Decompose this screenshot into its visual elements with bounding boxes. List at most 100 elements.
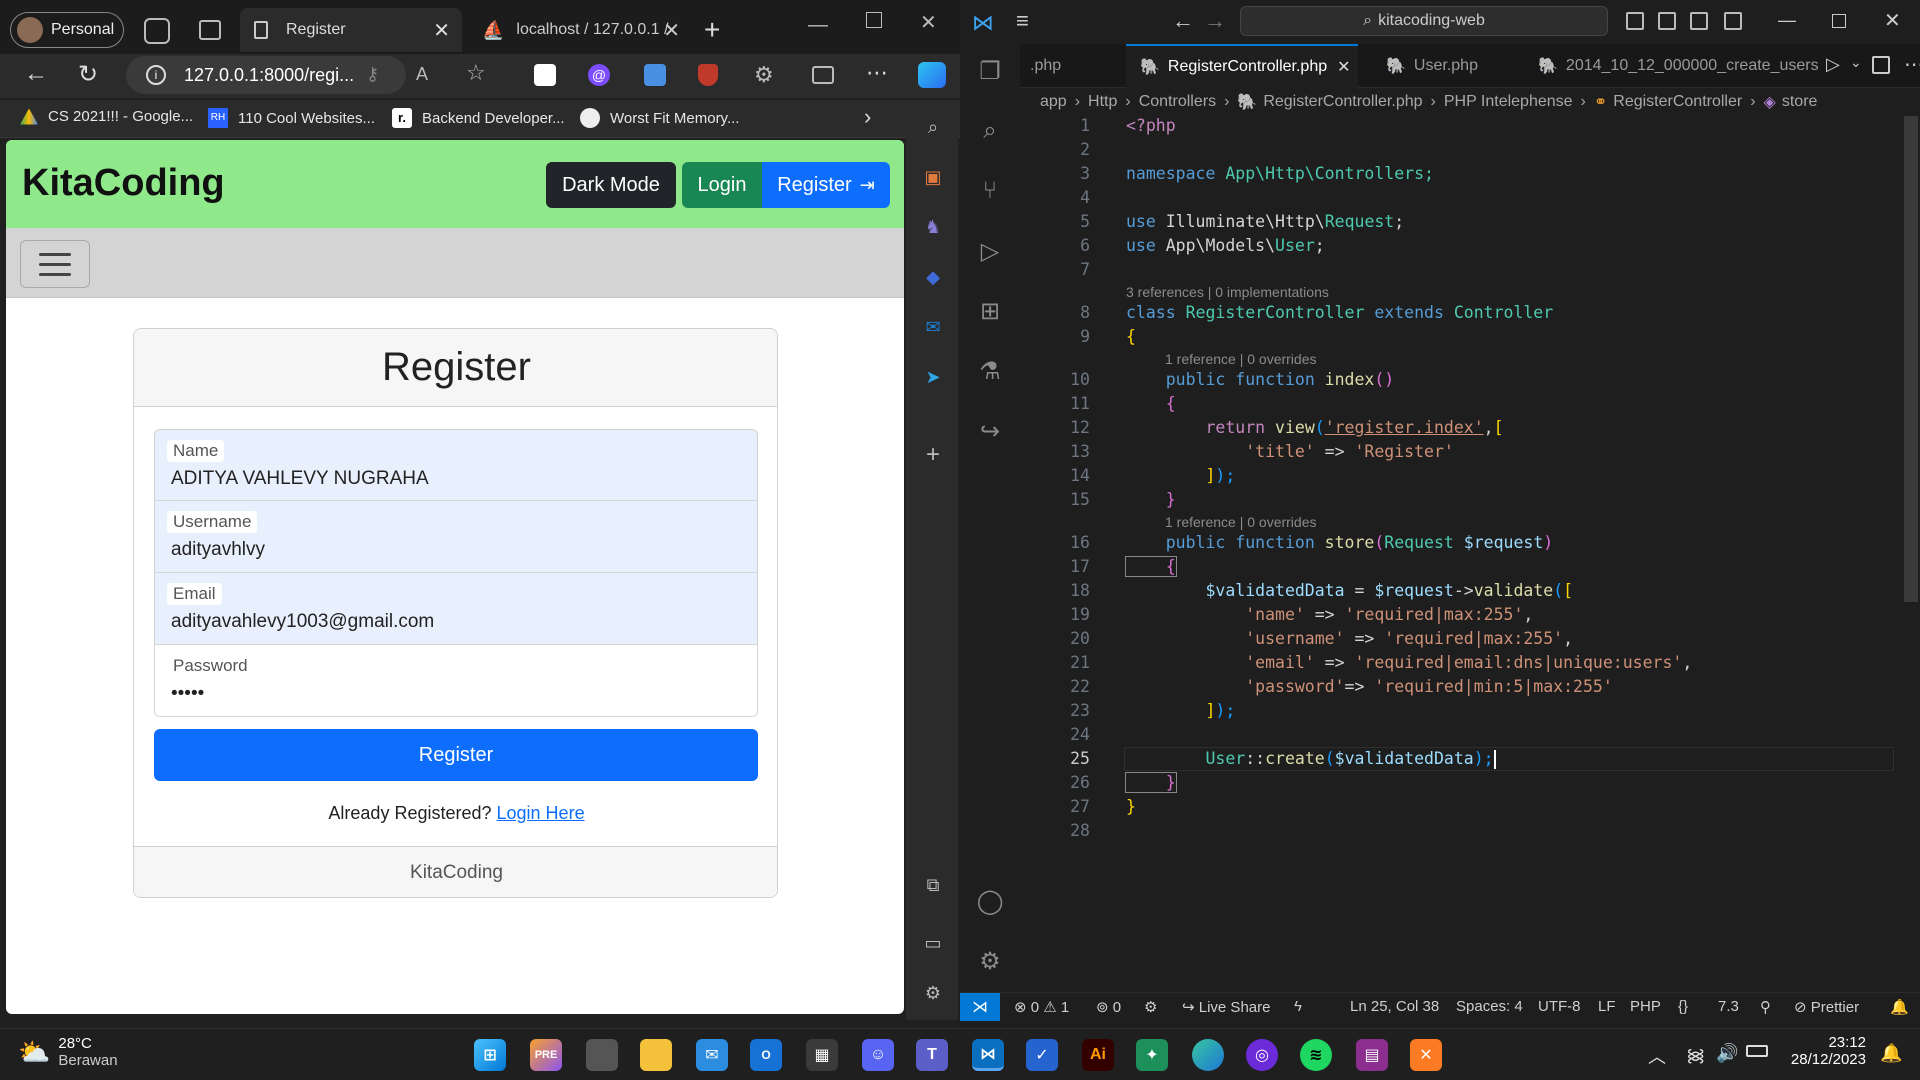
minimize-icon[interactable]: — [1778,10,1796,31]
address-bar[interactable]: i 127.0.0.1:8000/regi... [126,56,406,94]
workspaces-icon[interactable] [144,18,170,44]
more-icon[interactable]: ⋯ [866,60,888,86]
games-icon[interactable]: ♞ [920,214,946,240]
sidebar-toggle-icon[interactable]: ▭ [920,930,946,956]
favorite-item[interactable]: Worst Fit Memory... [580,108,739,128]
nav-back-icon[interactable]: ← [1172,8,1194,34]
breadcrumb-item[interactable]: PHP Intelephense [1444,93,1573,111]
favorite-item[interactable]: CS 2021!!! - Google... [20,108,193,125]
notifications-icon[interactable]: 🔔 [1890,998,1909,1016]
run-debug-icon[interactable]: ▷ [975,236,1005,266]
navbar-toggler-button[interactable] [20,240,90,288]
toggle-panel-icon[interactable] [1658,12,1676,30]
menu-icon[interactable]: ≡ [1016,8,1029,34]
copilot-sidebar-icon[interactable]: ◆ [920,264,946,290]
code-editor[interactable]: 1 2 3 4 5 6 7 8 9 10 11 12 13 14 15 16 1… [1020,116,1900,990]
extension-bitwarden-icon[interactable] [534,64,556,86]
spotify-icon[interactable]: ≋ [1300,1039,1332,1071]
breadcrumb-item[interactable]: RegisterController.php [1263,93,1422,111]
dark-mode-button[interactable]: Dark Mode [546,162,676,208]
nav-forward-icon[interactable]: → [1204,8,1226,34]
key-icon[interactable]: ⚷ [366,64,379,85]
breadcrumb-item[interactable]: app [1040,93,1067,111]
login-button[interactable]: Login [682,162,762,208]
tab-phpmyadmin[interactable]: ⛵ localhost / 127.0.0.1 / ✕ [470,8,692,52]
editor-tab[interactable]: .php [1020,44,1114,88]
minimize-icon[interactable]: — [808,14,828,37]
toggle-secondary-sidebar-icon[interactable] [1690,12,1708,30]
more-actions-icon[interactable]: ⋯ [1904,52,1920,77]
debug-icon[interactable]: ⚙ [1144,998,1157,1016]
end-of-line[interactable]: LF [1598,998,1616,1015]
live-share-icon[interactable]: ↪ [975,416,1005,446]
testing-icon[interactable]: ⚗ [975,356,1005,386]
settings-icon[interactable]: ⚙ [920,980,946,1006]
register-submit-button[interactable]: Register [154,729,758,781]
live-share-button[interactable]: ↪ Live Share [1182,998,1270,1016]
explorer-icon[interactable]: ❐ [975,56,1005,86]
microsoft-store-icon[interactable]: ▦ [806,1039,838,1071]
cursor-position[interactable]: Ln 25, Col 38 [1350,998,1439,1015]
favorite-star-icon[interactable]: ☆ [466,60,486,86]
site-info-icon[interactable]: i [146,65,166,85]
mail-icon[interactable]: ✉ [696,1039,728,1071]
editor-scrollbar-thumb[interactable] [1904,116,1918,602]
encoding[interactable]: UTF-8 [1538,998,1581,1015]
close-icon[interactable]: ✕ [663,18,680,43]
email-field[interactable]: Email adityavahlevy1003@gmail.com [154,573,758,645]
illustrator-icon[interactable]: Ai [1082,1039,1114,1071]
username-field[interactable]: Username adityavhlvy [154,501,758,573]
split-screen-icon[interactable] [812,66,834,84]
notification-bell-icon[interactable]: 🔔 [1880,1043,1902,1064]
editor-tab-active[interactable]: 🐘 RegisterController.php ✕ [1126,44,1358,88]
xampp-tool-icon[interactable]: ✦ [1136,1039,1168,1071]
profile-button[interactable]: Personal [10,12,124,48]
read-aloud-icon[interactable]: A [416,64,428,85]
code-lens[interactable]: 1 reference | 0 overrides [1165,351,1317,367]
add-icon[interactable]: + [920,441,946,468]
password-field[interactable]: Password ••••• [154,645,758,717]
clock[interactable]: 23:12 28/12/2023 [1782,1034,1866,1068]
extension-ublock-icon[interactable] [698,64,718,86]
code-lens[interactable]: 3 references | 0 implementations [1126,284,1329,300]
outlook-icon[interactable]: ✉ [920,314,946,340]
accounts-icon[interactable]: ◯ [975,886,1005,916]
close-window-icon[interactable]: ✕ [1884,8,1901,33]
login-here-link[interactable]: Login Here [497,803,585,823]
app-spiral-icon[interactable]: ◎ [1246,1039,1278,1071]
chevron-right-icon[interactable]: › [864,104,871,130]
editor-tab[interactable]: 🐘 2014_10_12_000000_create_users_tal [1526,44,1818,88]
tab-register[interactable]: Register ✕ [240,8,462,52]
breadcrumb-item[interactable]: Controllers [1139,93,1216,111]
close-icon[interactable]: ✕ [1337,57,1350,77]
xampp-icon[interactable]: ✕ [1410,1039,1442,1071]
breadcrumb-item[interactable]: store [1782,93,1818,111]
extensions-icon[interactable]: ⊞ [975,296,1005,326]
source-control-icon[interactable]: ⑂ [975,176,1005,206]
toggle-sidebar-icon[interactable] [1626,12,1644,30]
edge-taskbar-icon[interactable] [1192,1039,1224,1071]
extension-at-icon[interactable]: @ [588,64,610,86]
discord-icon[interactable]: ☺ [862,1039,894,1071]
weather-widget[interactable]: ⛅ 28°C Berawan [18,1035,118,1069]
remote-indicator-icon[interactable]: ⋊ [960,993,1000,1021]
tools-icon[interactable]: ▣ [920,164,946,190]
code-lens[interactable]: 1 reference | 0 overrides [1165,514,1317,530]
volume-icon[interactable]: 🔊 [1716,1043,1738,1064]
manage-gear-icon[interactable]: ⚙ [975,946,1005,976]
vscode-taskbar-icon[interactable]: ⋈ [972,1039,1004,1071]
indentation[interactable]: Spaces: 4 [1456,998,1523,1015]
wrench-icon[interactable]: ⚲ [1760,998,1771,1016]
close-icon[interactable]: ✕ [433,18,450,43]
extension-translate-icon[interactable] [644,64,666,86]
search-icon[interactable]: ⌕ [975,116,1005,146]
php-version[interactable]: 7.3 [1718,998,1739,1015]
task-view-icon[interactable] [586,1039,618,1071]
register-nav-button[interactable]: Register ⇥ [762,162,890,208]
extensions-icon[interactable]: ⚙ [754,62,774,88]
language-mode[interactable]: PHP [1630,998,1661,1015]
teams-icon[interactable]: T [916,1039,948,1071]
run-icon[interactable]: ▷ [1826,54,1840,75]
favorite-item[interactable]: r. Backend Developer... [392,108,565,128]
drop-icon[interactable]: ➤ [920,364,946,390]
